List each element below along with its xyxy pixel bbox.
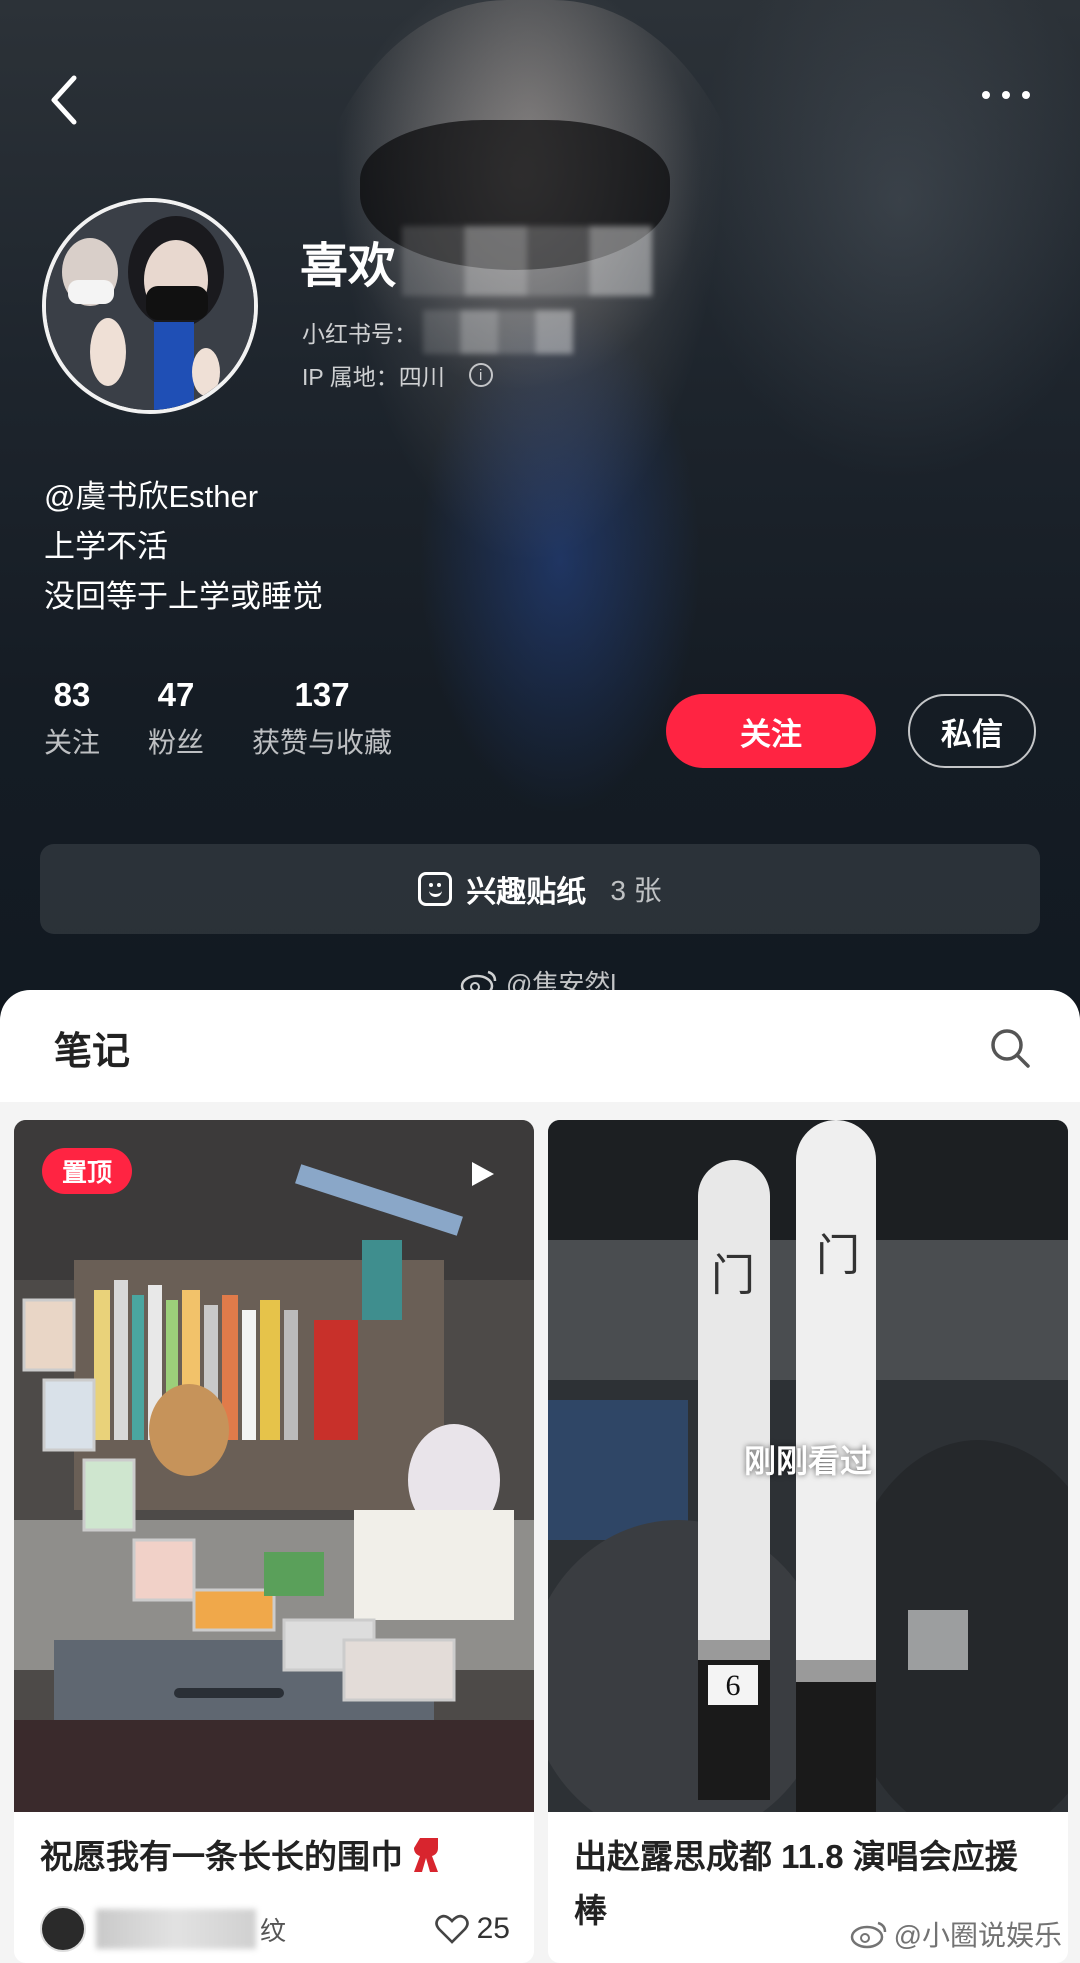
like-count: 25 <box>476 1912 510 1945</box>
avatar-photo <box>46 202 254 410</box>
stat-number: 47 <box>157 676 195 713</box>
search-icon[interactable] <box>988 1026 1032 1070</box>
profile-username: 喜欢 <box>300 226 653 296</box>
note-title-text: 祝愿我有一条长长的围巾 <box>40 1838 403 1875</box>
stat-label: 获赞与收藏 <box>252 727 393 758</box>
note-cover-image: 置顶 <box>14 1120 534 1812</box>
bio-line: 没回等于上学或睡觉 <box>44 579 323 614</box>
interest-sticker-bar[interactable]: 兴趣贴纸 3 张 <box>40 844 1040 934</box>
svg-text:⻔: ⻔ <box>711 1250 755 1301</box>
recently-viewed-label: 刚刚看过 <box>743 1443 872 1479</box>
profile-bio: @虞书欣Esther 上学不活 没回等于上学或睡觉 <box>44 472 323 622</box>
follow-button[interactable]: 关注 <box>666 694 876 768</box>
more-options-icon[interactable] <box>976 80 1036 110</box>
profile-header: 喜欢 小红书号： IP 属地：四川 i @虞书欣Esther 上学不活 没回等于… <box>0 0 1080 1000</box>
message-button[interactable]: 私信 <box>908 694 1036 768</box>
pinned-badge: 置顶 <box>42 1148 132 1194</box>
note-footer: 纹 25 <box>40 1904 510 1954</box>
svg-text:6: 6 <box>726 1669 741 1702</box>
back-arrow-icon[interactable] <box>40 70 90 130</box>
bio-line: 上学不活 <box>44 529 168 564</box>
xhs-id-line: 小红书号： <box>302 310 573 354</box>
profile-stats: 83 关注 47 粉丝 137 获赞与收藏 <box>44 672 440 768</box>
stat-label: 关注 <box>44 727 101 758</box>
note-cover-image: 6 ⻔ ⻔ 刚刚看过 <box>548 1120 1068 1812</box>
heart-icon <box>434 1914 469 1944</box>
stat-number: 83 <box>53 676 91 713</box>
sticker-label: 兴趣贴纸 <box>466 876 587 909</box>
xhs-id-censor-mosaic <box>423 310 573 354</box>
weibo-logo-icon <box>850 1921 886 1949</box>
xhs-id-label: 小红书号： <box>302 321 417 347</box>
author-name-suffix: 纹 <box>260 1915 287 1946</box>
note-author[interactable]: 纹 <box>40 1906 286 1952</box>
info-icon[interactable]: i <box>468 363 493 387</box>
note-title: 祝愿我有一条长长的围巾 <box>40 1830 510 1884</box>
sticker-face-icon <box>418 872 453 906</box>
notes-panel: 笔记 置顶 祝愿我有一条长长的围巾 纹 25 6 ⻔ ⻔ 刚刚看过 出赵露思成都… <box>0 990 1080 1963</box>
note-card[interactable]: 置顶 祝愿我有一条长长的围巾 纹 25 <box>14 1120 534 1963</box>
author-name: 纹 <box>96 1909 286 1949</box>
username-censor-mosaic <box>402 226 653 296</box>
stat-followers[interactable]: 47 粉丝 <box>148 672 204 768</box>
profile-avatar[interactable] <box>42 198 258 414</box>
author-avatar <box>40 1906 86 1952</box>
tab-notes[interactable]: 笔记 <box>54 1020 130 1075</box>
ip-location-line: IP 属地：四川 i <box>302 358 493 392</box>
weibo-watermark-bottom: @小圈说娱乐 <box>850 1914 1062 1954</box>
username-visible-text: 喜欢 <box>300 240 397 293</box>
stat-label: 粉丝 <box>148 727 205 758</box>
note-card[interactable]: 6 ⻔ ⻔ 刚刚看过 出赵露思成都 11.8 演唱会应援棒 <box>548 1120 1068 1963</box>
like-button[interactable]: 25 <box>434 1912 510 1946</box>
stat-likes-collects[interactable]: 137 获赞与收藏 <box>252 672 392 768</box>
watermark-text: @小圈说娱乐 <box>893 1920 1062 1951</box>
author-name-censor <box>96 1909 256 1949</box>
stat-number: 137 <box>294 676 350 713</box>
scarf-emoji-icon <box>414 1838 439 1872</box>
sticker-count: 3 张 <box>610 875 662 906</box>
bio-line[interactable]: @虞书欣Esther <box>44 472 323 522</box>
stat-following[interactable]: 83 关注 <box>44 672 100 768</box>
ip-location-label: IP 属地：四川 <box>302 364 445 390</box>
video-play-icon <box>472 1162 494 1186</box>
svg-text:⻔: ⻔ <box>816 1230 860 1281</box>
